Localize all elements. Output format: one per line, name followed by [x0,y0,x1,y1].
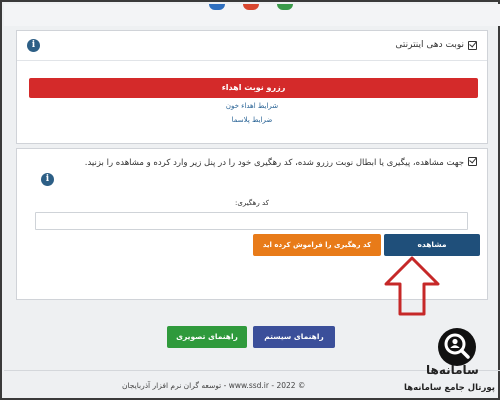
visual-guide-button[interactable]: راهنمای تصویری [167,326,247,348]
social-icon-blue[interactable] [209,4,225,10]
donation-conditions-link[interactable]: شرایط اهداء خون [17,102,487,110]
checkbox-icon [468,40,477,50]
system-guide-button[interactable]: راهنمای سیستم [253,326,335,348]
panel-title-text: نوبت دهی اینترنتی [395,40,464,50]
reserve-donation-button[interactable]: رزرو نوبت اهداء [29,78,478,98]
search-person-icon [444,333,470,359]
watermark-subtitle: پورتال جامع سامانه‌ها [404,383,495,393]
footer-copyright: © 2022 - www.ssd.ir - توسعه گران نرم افز… [122,381,306,390]
tracking-header: جهت مشاهده، پیگیری یا ابطال نوبت رزرو شد… [17,149,487,187]
social-icon-green[interactable] [277,4,293,10]
tracking-description: جهت مشاهده، پیگیری یا ابطال نوبت رزرو شد… [57,157,477,170]
page-frame: نوبت دهی اینترنتی i رزرو نوبت اهداء شرای… [0,0,500,400]
plasma-conditions-link[interactable]: ضرایط پلاسما [17,116,487,124]
watermark-brand: سامانه‌ها [426,363,479,377]
visual-guide-label: راهنمای تصویری [176,332,238,341]
tracking-code-input[interactable] [35,212,468,230]
up-arrow-icon [384,256,440,316]
social-icon-red[interactable] [243,4,259,10]
view-button[interactable]: مشاهده [384,234,480,256]
forgot-tracking-code-button[interactable]: کد رهگیری را فراموش کرده اید [253,234,381,256]
system-guide-label: راهنمای سیستم [264,332,324,341]
tracking-code-label: کد رهگیری: [235,199,269,207]
checkbox-icon [468,157,477,166]
info-icon[interactable]: i [27,39,40,52]
top-strip [4,4,500,26]
watermark-logo [438,328,476,366]
top-icons [209,4,293,10]
panel-header: نوبت دهی اینترنتی i [17,31,487,61]
tracking-description-text: جهت مشاهده، پیگیری یا ابطال نوبت رزرو شد… [84,158,464,168]
online-reservation-panel: نوبت دهی اینترنتی i رزرو نوبت اهداء شرای… [16,30,488,144]
panel-title: نوبت دهی اینترنتی [395,40,477,50]
info-icon[interactable]: i [41,173,54,186]
